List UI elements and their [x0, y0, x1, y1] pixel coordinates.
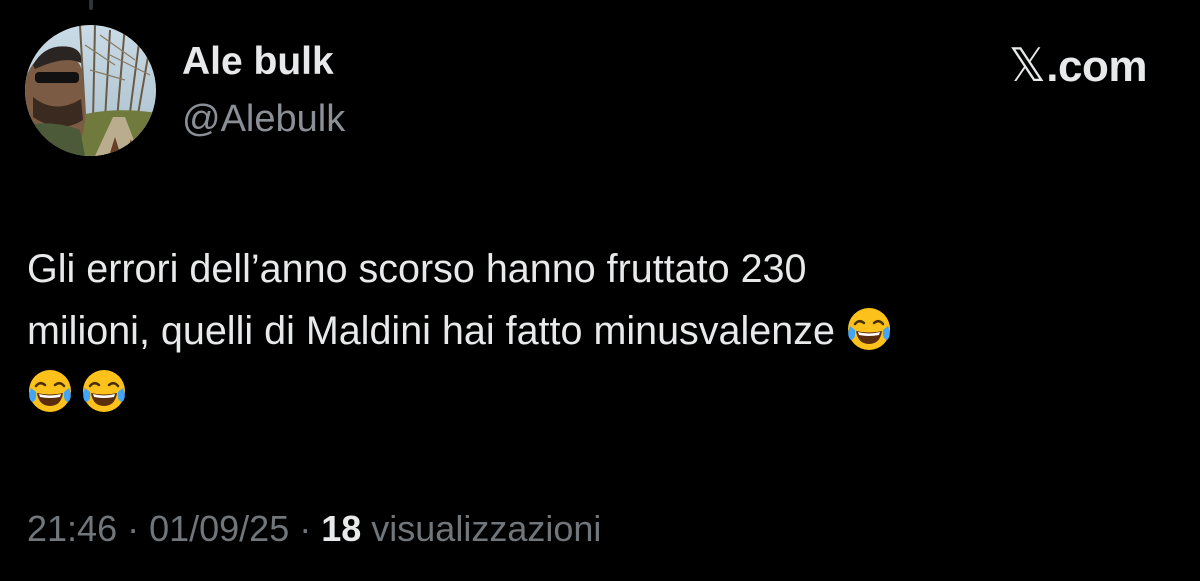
tweet-text: Gli errori dell’anno scorso hanno frutta… — [27, 238, 1157, 424]
x-logo: 𝕏.com — [1009, 42, 1148, 91]
separator: · — [117, 508, 150, 549]
views-count[interactable]: 18 — [321, 508, 361, 549]
face-with-tears-of-joy-icon — [27, 368, 73, 414]
separator: · — [289, 508, 322, 549]
avatar[interactable] — [25, 25, 156, 156]
author-display-name[interactable]: Ale bulk — [182, 42, 334, 81]
tweet-date[interactable]: 01/09/25 — [149, 508, 289, 549]
brand-domain: .com — [1046, 42, 1147, 91]
views-label: visualizzazioni — [361, 508, 602, 549]
thread-connector — [89, 0, 93, 10]
tweet-card: Ale bulk @Alebulk 𝕏.com Gli errori dell’… — [0, 0, 1200, 581]
author-handle[interactable]: @Alebulk — [182, 100, 345, 138]
tweet-text-line: milioni, quelli di Maldini hai fatto min… — [27, 309, 835, 353]
x-brand-icon: 𝕏 — [1008, 38, 1046, 92]
face-with-tears-of-joy-icon — [81, 368, 127, 414]
tweet-metadata: 21:46 · 01/09/25 · 18 visualizzazioni — [27, 511, 601, 547]
tweet-text-line: Gli errori dell’anno scorso hanno frutta… — [27, 247, 807, 291]
tweet-time[interactable]: 21:46 — [27, 508, 117, 549]
face-with-tears-of-joy-icon — [846, 306, 892, 352]
profile-photo-icon — [25, 25, 156, 156]
